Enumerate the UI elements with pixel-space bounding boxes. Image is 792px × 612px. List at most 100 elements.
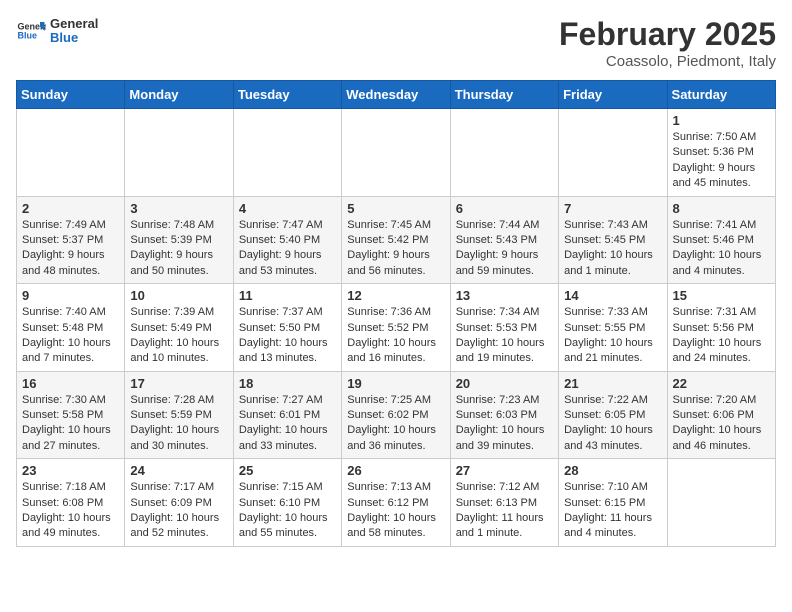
day-number: 15 bbox=[673, 288, 770, 303]
weekday-header-thursday: Thursday bbox=[450, 81, 558, 109]
calendar-cell: 18 Sunrise: 7:27 AM Sunset: 6:01 PM Dayli… bbox=[233, 371, 341, 459]
day-number: 20 bbox=[456, 376, 553, 391]
day-number: 26 bbox=[347, 463, 444, 478]
title-block: February 2025 Coassolo, Piedmont, Italy bbox=[559, 16, 776, 70]
logo-general: General bbox=[50, 16, 98, 31]
week-row-4: 16 Sunrise: 7:30 AM Sunset: 5:58 PM Dayli… bbox=[17, 371, 776, 459]
calendar-cell: 6 Sunrise: 7:44 AM Sunset: 5:43 PM Daylig… bbox=[450, 196, 558, 284]
day-info: Sunrise: 7:47 AM Sunset: 5:40 PM Dayligh… bbox=[239, 218, 336, 280]
calendar-cell: 8Sunrise: 7:41 AM Sunset: 5:46 PM Daylig… bbox=[667, 196, 775, 284]
calendar-cell bbox=[233, 109, 341, 197]
day-info: Sunrise: 7:22 AM Sunset: 6:05 PM Dayligh… bbox=[564, 393, 661, 455]
calendar-cell: 12 Sunrise: 7:36 AM Sunset: 5:52 PM Dayli… bbox=[342, 284, 450, 372]
day-number: 17 bbox=[130, 376, 227, 391]
calendar-cell: 3 Sunrise: 7:48 AM Sunset: 5:39 PM Daylig… bbox=[125, 196, 233, 284]
day-info: Sunrise: 7:36 AM Sunset: 5:52 PM Dayligh… bbox=[347, 305, 444, 367]
calendar-cell bbox=[125, 109, 233, 197]
day-info: Sunrise: 7:17 AM Sunset: 6:09 PM Dayligh… bbox=[130, 480, 227, 542]
week-row-3: 9 Sunrise: 7:40 AM Sunset: 5:48 PM Daylig… bbox=[17, 284, 776, 372]
day-info: Sunrise: 7:27 AM Sunset: 6:01 PM Dayligh… bbox=[239, 393, 336, 455]
calendar-cell: 9 Sunrise: 7:40 AM Sunset: 5:48 PM Daylig… bbox=[17, 284, 125, 372]
calendar-cell: 27Sunrise: 7:12 AM Sunset: 6:13 PM Dayli… bbox=[450, 459, 558, 547]
day-number: 1 bbox=[673, 113, 770, 128]
day-info: Sunrise: 7:37 AM Sunset: 5:50 PM Dayligh… bbox=[239, 305, 336, 367]
day-info: Sunrise: 7:48 AM Sunset: 5:39 PM Dayligh… bbox=[130, 218, 227, 280]
day-number: 9 bbox=[22, 288, 119, 303]
weekday-header-sunday: Sunday bbox=[17, 81, 125, 109]
day-info: Sunrise: 7:31 AM Sunset: 5:56 PM Dayligh… bbox=[673, 305, 770, 367]
logo-icon: General Blue bbox=[16, 16, 46, 46]
day-info: Sunrise: 7:28 AM Sunset: 5:59 PM Dayligh… bbox=[130, 393, 227, 455]
weekday-header-wednesday: Wednesday bbox=[342, 81, 450, 109]
calendar-cell: 11Sunrise: 7:37 AM Sunset: 5:50 PM Dayli… bbox=[233, 284, 341, 372]
calendar-cell: 24 Sunrise: 7:17 AM Sunset: 6:09 PM Dayli… bbox=[125, 459, 233, 547]
calendar-cell bbox=[667, 459, 775, 547]
weekday-header-monday: Monday bbox=[125, 81, 233, 109]
day-number: 5 bbox=[347, 201, 444, 216]
day-number: 7 bbox=[564, 201, 661, 216]
calendar-table: SundayMondayTuesdayWednesdayThursdayFrid… bbox=[16, 80, 776, 547]
calendar-cell bbox=[450, 109, 558, 197]
week-row-1: 1 Sunrise: 7:50 AM Sunset: 5:36 PM Daylig… bbox=[17, 109, 776, 197]
calendar-cell: 4Sunrise: 7:47 AM Sunset: 5:40 PM Daylig… bbox=[233, 196, 341, 284]
day-info: Sunrise: 7:20 AM Sunset: 6:06 PM Dayligh… bbox=[673, 393, 770, 455]
calendar-cell: 22 Sunrise: 7:20 AM Sunset: 6:06 PM Dayli… bbox=[667, 371, 775, 459]
calendar-cell: 26 Sunrise: 7:13 AM Sunset: 6:12 PM Dayli… bbox=[342, 459, 450, 547]
calendar-cell: 25 Sunrise: 7:15 AM Sunset: 6:10 PM Dayli… bbox=[233, 459, 341, 547]
day-info: Sunrise: 7:50 AM Sunset: 5:36 PM Dayligh… bbox=[673, 130, 770, 192]
page-header: General Blue General Blue February 2025 … bbox=[16, 16, 776, 70]
calendar-cell: 15 Sunrise: 7:31 AM Sunset: 5:56 PM Dayli… bbox=[667, 284, 775, 372]
day-number: 16 bbox=[22, 376, 119, 391]
day-number: 22 bbox=[673, 376, 770, 391]
calendar-cell: 2Sunrise: 7:49 AM Sunset: 5:37 PM Daylig… bbox=[17, 196, 125, 284]
day-number: 10 bbox=[130, 288, 227, 303]
day-number: 14 bbox=[564, 288, 661, 303]
day-info: Sunrise: 7:43 AM Sunset: 5:45 PM Dayligh… bbox=[564, 218, 661, 280]
calendar-cell bbox=[17, 109, 125, 197]
day-info: Sunrise: 7:30 AM Sunset: 5:58 PM Dayligh… bbox=[22, 393, 119, 455]
calendar-cell: 7 Sunrise: 7:43 AM Sunset: 5:45 PM Daylig… bbox=[559, 196, 667, 284]
day-info: Sunrise: 7:13 AM Sunset: 6:12 PM Dayligh… bbox=[347, 480, 444, 542]
day-info: Sunrise: 7:25 AM Sunset: 6:02 PM Dayligh… bbox=[347, 393, 444, 455]
day-info: Sunrise: 7:15 AM Sunset: 6:10 PM Dayligh… bbox=[239, 480, 336, 542]
calendar-cell: 17 Sunrise: 7:28 AM Sunset: 5:59 PM Dayli… bbox=[125, 371, 233, 459]
location-subtitle: Coassolo, Piedmont, Italy bbox=[559, 53, 776, 70]
day-info: Sunrise: 7:34 AM Sunset: 5:53 PM Dayligh… bbox=[456, 305, 553, 367]
calendar-cell: 10 Sunrise: 7:39 AM Sunset: 5:49 PM Dayli… bbox=[125, 284, 233, 372]
logo: General Blue General Blue bbox=[16, 16, 98, 46]
day-number: 12 bbox=[347, 288, 444, 303]
day-info: Sunrise: 7:40 AM Sunset: 5:48 PM Dayligh… bbox=[22, 305, 119, 367]
weekday-header-friday: Friday bbox=[559, 81, 667, 109]
day-number: 3 bbox=[130, 201, 227, 216]
day-info: Sunrise: 7:41 AM Sunset: 5:46 PM Dayligh… bbox=[673, 218, 770, 280]
day-info: Sunrise: 7:39 AM Sunset: 5:49 PM Dayligh… bbox=[130, 305, 227, 367]
weekday-header-tuesday: Tuesday bbox=[233, 81, 341, 109]
day-info: Sunrise: 7:45 AM Sunset: 5:42 PM Dayligh… bbox=[347, 218, 444, 280]
weekday-header-saturday: Saturday bbox=[667, 81, 775, 109]
week-row-5: 23Sunrise: 7:18 AM Sunset: 6:08 PM Dayli… bbox=[17, 459, 776, 547]
logo-blue: Blue bbox=[50, 30, 78, 45]
day-number: 13 bbox=[456, 288, 553, 303]
calendar-cell: 21 Sunrise: 7:22 AM Sunset: 6:05 PM Dayli… bbox=[559, 371, 667, 459]
calendar-cell bbox=[342, 109, 450, 197]
calendar-cell: 28Sunrise: 7:10 AM Sunset: 6:15 PM Dayli… bbox=[559, 459, 667, 547]
calendar-cell: 20Sunrise: 7:23 AM Sunset: 6:03 PM Dayli… bbox=[450, 371, 558, 459]
day-number: 25 bbox=[239, 463, 336, 478]
day-info: Sunrise: 7:12 AM Sunset: 6:13 PM Dayligh… bbox=[456, 480, 553, 542]
calendar-cell: 13 Sunrise: 7:34 AM Sunset: 5:53 PM Dayli… bbox=[450, 284, 558, 372]
day-number: 23 bbox=[22, 463, 119, 478]
day-number: 28 bbox=[564, 463, 661, 478]
day-number: 21 bbox=[564, 376, 661, 391]
day-info: Sunrise: 7:44 AM Sunset: 5:43 PM Dayligh… bbox=[456, 218, 553, 280]
day-number: 2 bbox=[22, 201, 119, 216]
day-number: 6 bbox=[456, 201, 553, 216]
calendar-cell: 5 Sunrise: 7:45 AM Sunset: 5:42 PM Daylig… bbox=[342, 196, 450, 284]
calendar-cell: 1 Sunrise: 7:50 AM Sunset: 5:36 PM Daylig… bbox=[667, 109, 775, 197]
day-number: 24 bbox=[130, 463, 227, 478]
weekday-header-row: SundayMondayTuesdayWednesdayThursdayFrid… bbox=[17, 81, 776, 109]
calendar-cell: 19Sunrise: 7:25 AM Sunset: 6:02 PM Dayli… bbox=[342, 371, 450, 459]
svg-text:Blue: Blue bbox=[18, 31, 38, 41]
calendar-cell bbox=[559, 109, 667, 197]
day-info: Sunrise: 7:33 AM Sunset: 5:55 PM Dayligh… bbox=[564, 305, 661, 367]
day-number: 18 bbox=[239, 376, 336, 391]
